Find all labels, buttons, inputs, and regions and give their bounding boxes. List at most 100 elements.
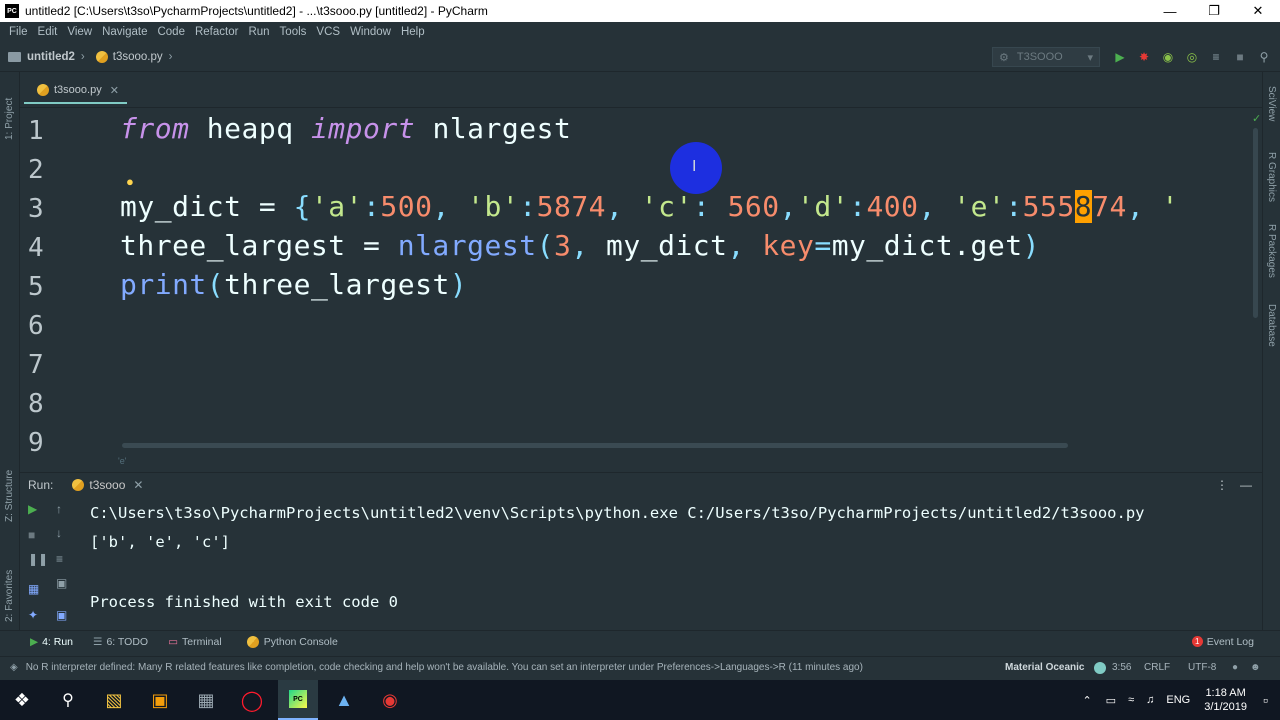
separator: , xyxy=(571,229,607,262)
dict-key: 'd' xyxy=(797,190,850,223)
menu-help[interactable]: Help xyxy=(401,26,425,38)
run-console-output[interactable]: C:\Users\t3so\PycharmProjects\untitled2\… xyxy=(80,496,1260,632)
tab-todo[interactable]: ☰ 6: TODO xyxy=(93,636,148,648)
pycharm-taskbar-icon[interactable]: PC xyxy=(278,680,318,720)
hide-panel-icon[interactable]: — xyxy=(1240,478,1252,492)
tab-todo-label: 6: TODO xyxy=(106,635,149,648)
menu-navigate[interactable]: Navigate xyxy=(102,26,147,38)
profile-icon[interactable]: ◎ xyxy=(1184,49,1200,65)
menu-vcs[interactable]: VCS xyxy=(316,26,340,38)
more-options-icon[interactable]: ⋮ xyxy=(1216,478,1228,492)
equals: = xyxy=(814,229,832,262)
layout-icon[interactable]: ▦ xyxy=(28,582,39,596)
volume-icon[interactable]: ♫ xyxy=(1146,694,1154,706)
line-number: 2 xyxy=(28,155,44,185)
editor-tab-t3sooo[interactable]: t3sooo.py ✕ xyxy=(24,78,127,104)
r-packages-tool-tab[interactable]: R Packages xyxy=(1266,224,1277,278)
language-indicator[interactable]: ENG xyxy=(1166,694,1190,706)
down-arrow-icon[interactable]: ↓ xyxy=(56,526,62,540)
tab-run[interactable]: ▶ 4: Run xyxy=(30,636,73,648)
theme-label[interactable]: Material Oceanic xyxy=(1005,662,1084,673)
file-explorer-icon[interactable]: ▧ xyxy=(94,680,134,720)
sciview-tool-tab[interactable]: SciView xyxy=(1266,86,1277,121)
tab-terminal[interactable]: ▭ Terminal xyxy=(168,636,222,648)
maximize-button[interactable]: ❐ xyxy=(1192,0,1236,22)
project-tool-tab[interactable]: 1: Project xyxy=(4,98,15,140)
close-window-button[interactable]: ✕ xyxy=(1236,0,1280,22)
minimize-button[interactable]: — xyxy=(1148,0,1192,22)
menu-code[interactable]: Code xyxy=(157,26,185,38)
close-tab-icon[interactable]: ✕ xyxy=(110,84,119,97)
concurrency-icon[interactable]: ≡ xyxy=(1208,49,1224,65)
dict-key: 'a' xyxy=(310,190,364,223)
windows-start-icon[interactable]: ❖ xyxy=(2,680,42,720)
menu-file[interactable]: File xyxy=(9,26,28,38)
search-icon[interactable]: ⚲ xyxy=(48,680,88,720)
keyword-import: import xyxy=(310,112,416,145)
clock-time: 1:18 AM xyxy=(1205,687,1246,699)
wifi-icon[interactable]: ≈ xyxy=(1128,694,1134,706)
tab-python-console[interactable]: Python Console xyxy=(242,635,338,648)
app-icon[interactable]: ▦ xyxy=(186,680,226,720)
toolbar-actions: ⚙ T3SOOO ▾ ▶ ✸ ◉ ◎ ≡ ■ ⚲ xyxy=(992,42,1280,72)
structure-tool-tab[interactable]: Z: Structure xyxy=(4,470,15,522)
app-icon[interactable]: ▲ xyxy=(324,680,364,720)
menu-run[interactable]: Run xyxy=(248,26,269,38)
run-config-select[interactable]: ⚙ T3SOOO ▾ xyxy=(992,47,1100,67)
menu-refactor[interactable]: Refactor xyxy=(195,26,238,38)
lightbulb-icon[interactable]: ● xyxy=(126,174,134,189)
breadcrumb-project[interactable]: untitled2 › xyxy=(0,51,91,63)
menu-view[interactable]: View xyxy=(67,26,92,38)
run-icon[interactable]: ▶ xyxy=(1112,49,1128,65)
r-graphics-tool-tab[interactable]: R Graphics xyxy=(1266,152,1277,202)
dict-value: 560 xyxy=(727,190,780,223)
pin-icon[interactable]: ✦ xyxy=(28,608,38,622)
rerun-icon[interactable]: ▶ xyxy=(28,502,37,516)
recorder-icon[interactable]: ◉ xyxy=(370,680,410,720)
vertical-scrollbar[interactable] xyxy=(1253,128,1258,318)
horizontal-scrollbar[interactable] xyxy=(122,443,1068,448)
cursor-position[interactable]: 3:56 xyxy=(1112,662,1131,673)
tab-event-log[interactable]: 1 Event Log xyxy=(1191,636,1254,648)
battery-icon[interactable]: ▭ xyxy=(1106,694,1116,707)
file-encoding[interactable]: UTF-8 xyxy=(1188,662,1216,673)
search-everywhere-icon[interactable]: ⚲ xyxy=(1256,49,1272,65)
arg: my_dict xyxy=(606,229,728,262)
lock-icon[interactable]: ● xyxy=(1232,662,1238,673)
trash-icon[interactable]: ▣ xyxy=(56,608,67,622)
print-icon[interactable]: ▣ xyxy=(56,576,67,590)
up-arrow-icon[interactable]: ↑ xyxy=(56,502,62,516)
code-line-4: three_largest = nlargest(3, my_dict, key… xyxy=(120,229,1040,262)
favorites-tool-tab[interactable]: 2: Favorites xyxy=(4,570,15,622)
inspector-icon[interactable]: ☻ xyxy=(1250,662,1261,673)
breadcrumb-file[interactable]: t3sooo.py › xyxy=(91,50,179,63)
run-tab[interactable]: t3sooo ✕ xyxy=(67,478,143,492)
code-editor[interactable]: 1 2 3 4 5 6 7 8 9 from heapq import nlar… xyxy=(20,108,1262,456)
menu-tools[interactable]: Tools xyxy=(280,26,307,38)
menu-edit[interactable]: Edit xyxy=(38,26,58,38)
colon: : xyxy=(1005,190,1023,223)
stop-icon[interactable]: ■ xyxy=(28,528,35,542)
status-message[interactable]: No R interpreter defined: Many R related… xyxy=(26,662,863,673)
status-bar: ◈ No R interpreter defined: Many R relat… xyxy=(0,656,1280,678)
coverage-icon[interactable]: ◉ xyxy=(1160,49,1176,65)
line-separator[interactable]: CRLF xyxy=(1144,662,1170,673)
run-side-toolbar: ▶ ↑ ■ ↓ ❚❚ ≡ ▦ ▣ ✦ ▣ xyxy=(20,496,80,632)
sublime-text-icon[interactable]: ▣ xyxy=(140,680,180,720)
inspection-ok-icon[interactable]: ✓ xyxy=(1252,112,1261,125)
imported-name: nlargest xyxy=(415,112,572,145)
debug-icon[interactable]: ✸ xyxy=(1136,49,1152,65)
folder-icon xyxy=(8,51,21,62)
clock[interactable]: 1:18 AM 3/1/2019 xyxy=(1204,686,1247,714)
opera-icon[interactable]: ◯ xyxy=(232,680,272,720)
menu-window[interactable]: Window xyxy=(350,26,391,38)
left-tool-strip: 1: Project Z: Structure 2: Favorites xyxy=(0,72,20,632)
soft-wrap-icon[interactable]: ≡ xyxy=(56,552,63,566)
chevron-up-icon[interactable]: ⌃ xyxy=(1082,694,1091,707)
close-tab-icon[interactable]: ✕ xyxy=(133,478,143,492)
database-tool-tab[interactable]: Database xyxy=(1266,304,1277,347)
notifications-icon[interactable]: ▫ xyxy=(1263,692,1268,708)
stop-icon[interactable]: ■ xyxy=(1232,49,1248,65)
pause-icon[interactable]: ❚❚ xyxy=(28,552,48,566)
tab-python-console-label: Python Console xyxy=(263,635,338,648)
